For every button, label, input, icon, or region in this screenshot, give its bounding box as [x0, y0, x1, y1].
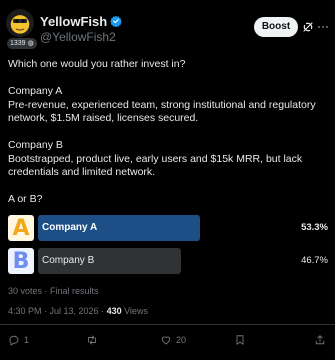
repost-icon	[88, 335, 96, 345]
post-text: Which one would you rather invest in? Co…	[8, 58, 328, 207]
reply-button[interactable]: 1	[8, 333, 29, 347]
post-timestamp[interactable]: 4:30 PM · Jul 13, 2026 ·	[8, 306, 107, 316]
post-closing-question: A or B?	[8, 193, 43, 205]
boost-button[interactable]: Boost	[254, 17, 298, 37]
poll-option-a-bar: Company A	[38, 215, 200, 241]
post-meta: 4:30 PM · Jul 13, 2026 · 430 Views	[8, 306, 148, 316]
bookmark-button[interactable]	[234, 333, 250, 347]
post-company-a-description: Pre-revenue, experienced team, strong in…	[8, 98, 316, 125]
share-icon	[315, 335, 325, 345]
reply-count: 1	[24, 335, 30, 345]
poll-option-a: A Company A 53.3%	[8, 215, 328, 241]
poll-option-b-image: B	[8, 248, 34, 274]
avatar-fish-icon	[11, 17, 29, 33]
verified-badge-icon	[110, 15, 122, 27]
more-options-icon[interactable]	[317, 21, 329, 33]
poll-option-a-percent: 53.3%	[301, 222, 328, 233]
post-company-a-heading: Company A	[8, 85, 63, 97]
poll-option-b: B Company B 46.7%	[8, 248, 328, 274]
display-name[interactable]: YellowFish	[40, 14, 107, 29]
repost-button[interactable]	[86, 333, 102, 347]
poll-option-b-bar: Company B	[38, 248, 181, 274]
poll-option-a-image: A	[8, 215, 34, 241]
level-badge: 1339 ◍	[7, 38, 37, 49]
post-card: 1339 ◍ YellowFish @YellowFish2 Boost Whi…	[0, 0, 335, 360]
post-company-b-heading: Company B	[8, 139, 63, 151]
post-question: Which one would you rather invest in?	[8, 58, 186, 70]
views-label: Views	[121, 306, 148, 316]
handle[interactable]: @YellowFish2	[40, 30, 122, 44]
like-button[interactable]: 20	[160, 333, 186, 347]
avatar[interactable]	[6, 9, 34, 37]
poll-summary: 30 votes · Final results	[8, 286, 99, 296]
reply-icon	[9, 335, 19, 346]
share-button[interactable]	[314, 333, 326, 347]
heart-icon	[161, 336, 171, 345]
divider	[0, 324, 335, 325]
views-count: 430	[106, 306, 122, 316]
bookmark-icon	[236, 335, 244, 345]
author-avatar-block[interactable]: 1339 ◍	[6, 9, 37, 49]
author-names[interactable]: YellowFish @YellowFish2	[40, 13, 122, 44]
like-count: 20	[176, 335, 187, 345]
poll-option-b-percent: 46.7%	[301, 255, 328, 266]
grok-icon[interactable]	[302, 21, 314, 33]
post-company-b-description: Bootstrapped, product live, early users …	[8, 152, 303, 179]
